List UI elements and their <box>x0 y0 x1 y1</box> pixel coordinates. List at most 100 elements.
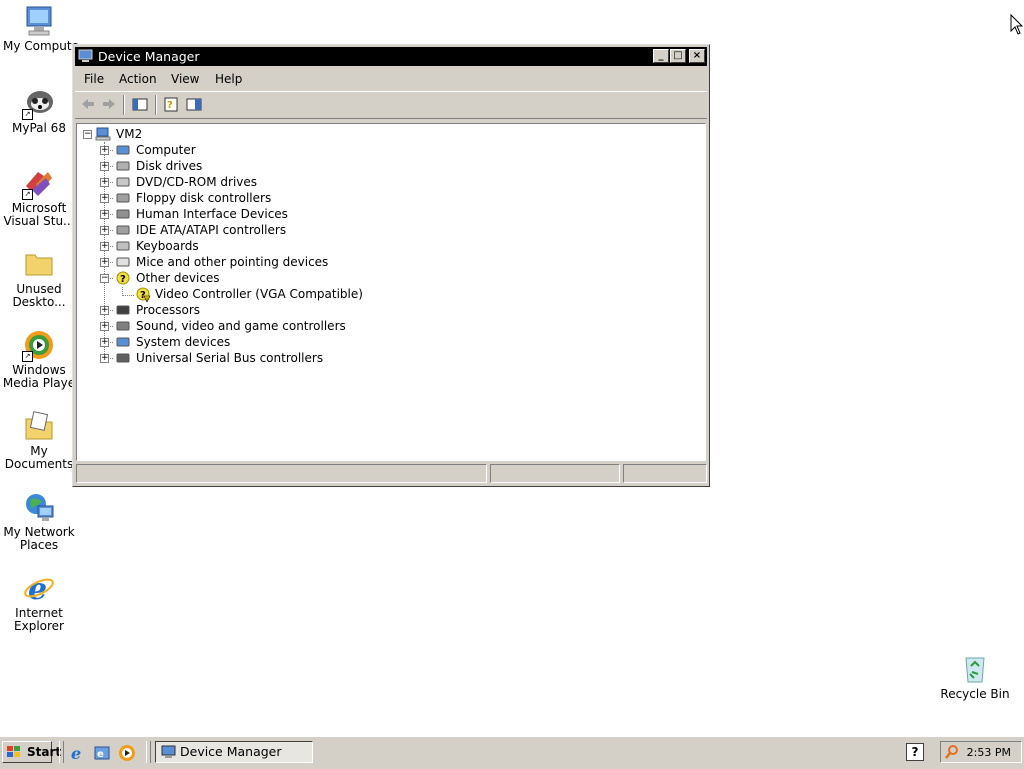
svg-text:!: ! <box>146 298 148 304</box>
svg-text:?: ? <box>167 100 173 111</box>
desktop-icon-label: Media Playe <box>2 377 76 390</box>
start-label: Start <box>27 745 62 759</box>
hid-icon <box>115 207 131 221</box>
expand-toggle[interactable]: + <box>100 306 109 315</box>
device-manager-icon <box>161 745 176 759</box>
tree-category-label[interactable]: DVD/CD-ROM drives <box>136 174 257 190</box>
toolbar-separator <box>123 95 125 115</box>
tree-category-label[interactable]: Universal Serial Bus controllers <box>136 350 323 366</box>
floppy-controller-icon <box>115 191 131 205</box>
device-video-controller[interactable]: Video Controller (VGA Compatible) <box>155 286 363 302</box>
desktop-icon-my-computer[interactable]: My Computer <box>0 4 78 53</box>
forward-arrow-icon <box>103 99 115 109</box>
tree-category-label[interactable]: Processors <box>136 302 200 318</box>
device-manager-window[interactable]: Device Manager _ □ × File Action View He… <box>72 44 710 487</box>
tree-category-label[interactable]: Floppy disk controllers <box>136 190 271 206</box>
tree-category-label[interactable]: Human Interface Devices <box>136 206 288 222</box>
desktop-icon-mypal[interactable]: ↗ MyPal 68 <box>0 86 78 135</box>
desktop-icon-recycle-bin[interactable]: Recycle Bin <box>936 652 1014 701</box>
tree-category-label[interactable]: Mice and other pointing devices <box>136 254 328 270</box>
device-tree[interactable]: − VM2 + Computer + Disk drives + DVD/CD-ROM d… <box>76 123 706 461</box>
back-button[interactable] <box>79 96 97 113</box>
expand-toggle[interactable]: + <box>100 322 109 331</box>
tree-guide-line <box>122 295 134 296</box>
desktop-icon-media-player[interactable]: ↗ Windows Media Playe <box>0 328 78 390</box>
console-tree-icon <box>132 98 148 111</box>
desktop-icon-visual-studio[interactable]: ↗ Microsoft Visual Stu... <box>0 166 78 228</box>
mypal-icon: ↗ <box>22 86 56 120</box>
expand-toggle[interactable]: + <box>100 178 109 187</box>
collapse-toggle[interactable]: − <box>100 274 109 283</box>
expand-toggle[interactable]: + <box>100 338 109 347</box>
desktop-icon-network-places[interactable]: My Network Places <box>0 490 78 552</box>
quicklaunch-media-player-icon[interactable] <box>118 744 136 762</box>
menu-bar: File Action View Help <box>75 68 707 88</box>
tree-category-row: + DVD/CD-ROM drives <box>77 174 677 190</box>
menu-view[interactable]: View <box>171 72 199 86</box>
menu-file[interactable]: File <box>84 72 104 86</box>
mouse-cursor-icon <box>1010 13 1024 36</box>
desktop-icon-label: My Network <box>3 526 75 539</box>
tree-category-label[interactable]: Disk drives <box>136 158 202 174</box>
close-button[interactable]: × <box>689 49 705 63</box>
clock[interactable]: 2:53 PM <box>967 746 1011 759</box>
taskbar: Start e e Device Manager ? 2:53 PM <box>0 736 1024 769</box>
tree-category-label[interactable]: Computer <box>136 142 196 158</box>
title-bar[interactable]: Device Manager _ □ × <box>75 47 707 66</box>
tree-category-label[interactable]: Other devices <box>136 270 220 286</box>
expand-toggle[interactable]: + <box>100 146 109 155</box>
tree-category-row: + Human Interface Devices <box>77 206 677 222</box>
shortcut-arrow-icon: ↗ <box>22 351 33 362</box>
start-button[interactable]: Start <box>2 741 61 763</box>
quicklaunch-outlook-express-icon[interactable]: e <box>93 744 111 762</box>
tree-category-label[interactable]: IDE ATA/ATAPI controllers <box>136 222 286 238</box>
media-player-icon: ↗ <box>22 328 56 362</box>
quicklaunch-internet-explorer-icon[interactable]: e <box>69 744 87 763</box>
toolbar-grip[interactable] <box>59 741 64 763</box>
forward-button[interactable] <box>100 96 118 113</box>
collapse-toggle[interactable]: − <box>83 130 92 139</box>
maximize-button[interactable]: □ <box>670 49 686 63</box>
system-devices-icon <box>115 335 131 349</box>
desktop-icon-label: Windows <box>12 364 66 377</box>
back-arrow-icon <box>82 99 94 109</box>
desktop-icon-label: Recycle Bin <box>940 688 1010 701</box>
taskbar-device-manager-button[interactable]: Device Manager <box>155 741 313 763</box>
processor-icon <box>115 303 131 317</box>
expand-toggle[interactable]: + <box>100 226 109 235</box>
tree-root-vm2[interactable]: VM2 <box>116 126 142 142</box>
expand-toggle[interactable]: + <box>100 210 109 219</box>
tree-category-label[interactable]: Keyboards <box>136 238 199 254</box>
svg-text:e: e <box>28 572 47 605</box>
desktop-icon-internet-explorer[interactable]: e Internet Explorer <box>0 571 78 633</box>
menu-help[interactable]: Help <box>215 72 242 86</box>
tree-category-label[interactable]: System devices <box>136 334 230 350</box>
tree-category-row: + Disk drives <box>77 158 677 174</box>
tree-category-label[interactable]: Sound, video and game controllers <box>136 318 346 334</box>
search-icon[interactable] <box>944 744 960 760</box>
action-pane-icon <box>186 98 202 111</box>
toolbar-grip[interactable] <box>146 741 151 763</box>
properties-button[interactable]: ? <box>162 96 180 113</box>
expand-toggle[interactable]: + <box>100 242 109 251</box>
desktop-icon-label: Explorer <box>14 620 64 633</box>
expand-toggle[interactable]: + <box>100 194 109 203</box>
status-panel-main <box>76 464 487 483</box>
toolbar: ? <box>75 91 707 119</box>
desktop-icon-label: Unused <box>16 283 62 296</box>
desktop-icon-unused-desktop[interactable]: Unused Deskto... <box>0 247 78 309</box>
expand-toggle[interactable]: + <box>100 162 109 171</box>
expand-toggle[interactable]: + <box>100 258 109 267</box>
status-bar <box>76 464 707 483</box>
close-icon: × <box>692 50 702 61</box>
system-tray: 2:53 PM <box>940 741 1022 763</box>
menu-action[interactable]: Action <box>119 72 157 86</box>
minimize-button[interactable]: _ <box>653 49 669 63</box>
desktop-icon-my-documents[interactable]: My Documents <box>0 409 78 471</box>
help-tray-icon[interactable]: ? <box>906 743 924 761</box>
tree-category-row: + Computer <box>77 142 677 158</box>
show-hide-action-pane-button[interactable] <box>185 96 203 113</box>
show-hide-console-tree-button[interactable] <box>131 96 149 113</box>
expand-toggle[interactable]: + <box>100 354 109 363</box>
svg-text:e: e <box>71 744 81 762</box>
